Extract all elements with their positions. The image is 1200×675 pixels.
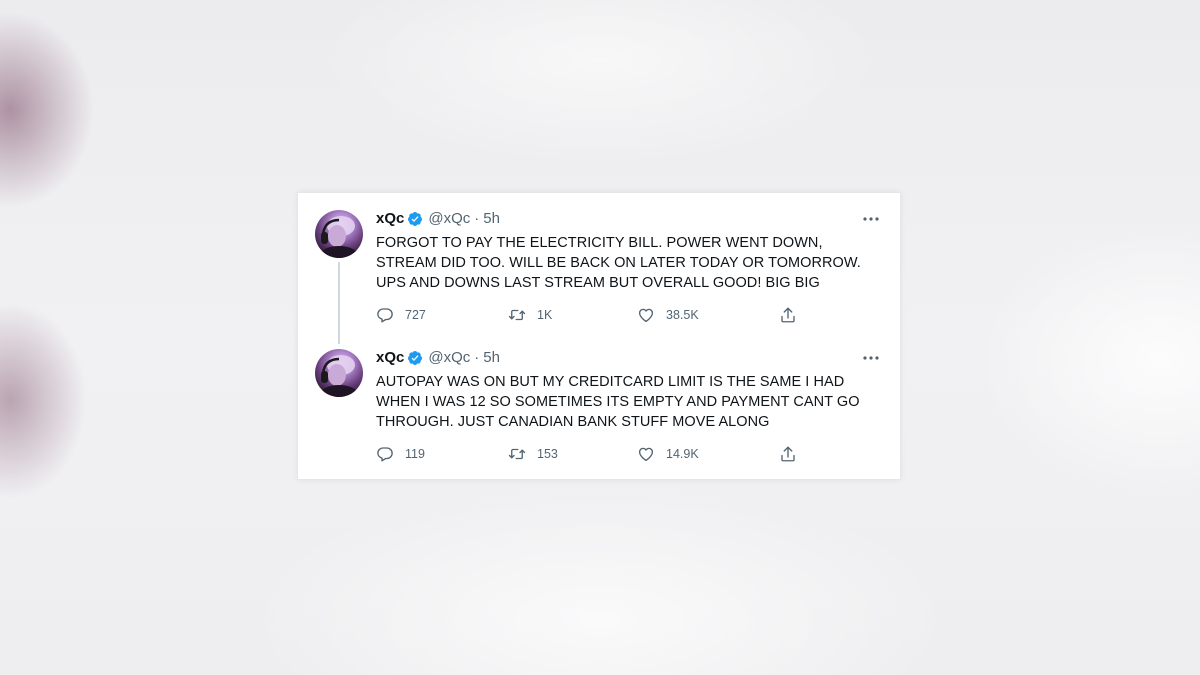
reply-icon (377, 308, 393, 323)
verified-badge-icon (407, 350, 423, 366)
separator-dot: · (474, 210, 480, 227)
timestamp[interactable]: 5h (483, 349, 500, 367)
tweet-actions: 119 153 14.9K (376, 444, 806, 464)
share-button[interactable] (779, 305, 797, 325)
like-button[interactable]: 38.5K (637, 305, 699, 325)
handle[interactable]: @xQc (428, 349, 470, 367)
more-options-icon[interactable] (862, 351, 880, 365)
retweet-icon (508, 309, 526, 321)
tweet-actions: 727 1K 38.5K (376, 305, 806, 325)
retweet-count: 153 (537, 447, 558, 461)
reply-icon (377, 447, 393, 462)
tweet-thread-card: xQc @xQc · 5h FORGOT TO PAY THE ELECTRIC… (297, 192, 901, 480)
retweet-button[interactable]: 1K (508, 305, 552, 325)
tweet-header: xQc @xQc · 5h (376, 210, 500, 228)
share-icon (781, 446, 795, 462)
retweet-button[interactable]: 153 (508, 444, 558, 464)
tweet[interactable]: xQc @xQc · 5h AUTOPAY WAS ON BUT MY CRED… (298, 332, 900, 471)
share-icon (781, 307, 795, 323)
heart-icon (638, 447, 654, 462)
reply-count: 119 (405, 447, 425, 461)
display-name[interactable]: xQc (376, 349, 404, 367)
more-options-icon[interactable] (862, 212, 880, 226)
timestamp[interactable]: 5h (483, 210, 500, 228)
like-count: 38.5K (666, 308, 699, 322)
tweet[interactable]: xQc @xQc · 5h FORGOT TO PAY THE ELECTRIC… (298, 193, 900, 344)
like-count: 14.9K (666, 447, 699, 461)
retweet-icon (508, 448, 526, 460)
heart-icon (638, 308, 654, 323)
reply-count: 727 (405, 308, 426, 322)
like-button[interactable]: 14.9K (637, 444, 699, 464)
reply-button[interactable]: 727 (376, 305, 426, 325)
share-button[interactable] (779, 444, 797, 464)
separator-dot: · (474, 349, 480, 366)
handle[interactable]: @xQc (428, 210, 470, 228)
verified-badge-icon (407, 211, 423, 227)
retweet-count: 1K (537, 308, 553, 322)
tweet-text: AUTOPAY WAS ON BUT MY CREDITCARD LIMIT I… (376, 374, 860, 430)
avatar[interactable] (315, 349, 363, 397)
display-name[interactable]: xQc (376, 210, 404, 228)
reply-button[interactable]: 119 (376, 444, 425, 464)
tweet-header: xQc @xQc · 5h (376, 349, 500, 367)
tweet-text: FORGOT TO PAY THE ELECTRICITY BILL. POWE… (376, 235, 861, 291)
avatar[interactable] (315, 210, 363, 258)
